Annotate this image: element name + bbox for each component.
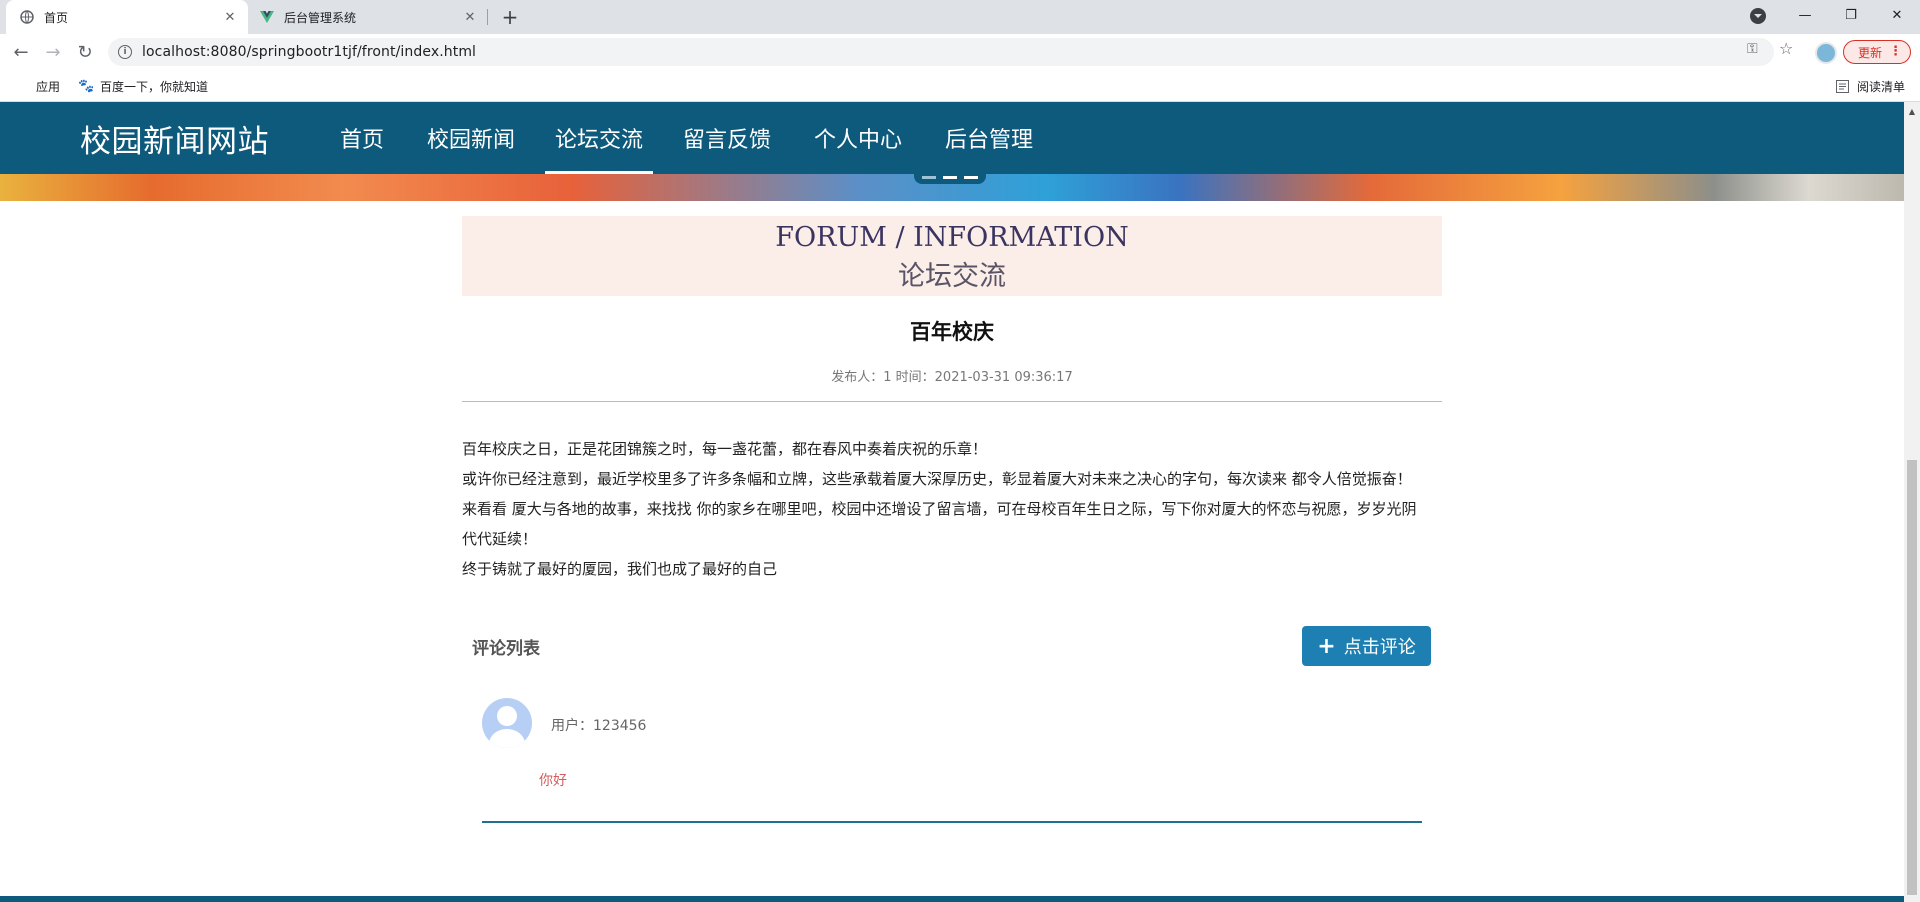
window-close-icon[interactable]: ✕ (1874, 0, 1920, 30)
restore-icon[interactable]: ❐ (1828, 0, 1874, 30)
site-title[interactable]: 校园新闻网站 (80, 116, 269, 161)
close-tab-icon[interactable]: ✕ (220, 7, 240, 27)
post-title: 百年校庆 (910, 320, 994, 344)
bookmark-label: 百度一下，你就知道 (100, 80, 209, 94)
carousel-dot[interactable] (922, 176, 936, 179)
bookmark-baidu[interactable]: 🐾 百度一下，你就知道 (78, 78, 208, 95)
add-comment-button[interactable]: + 点击评论 (1302, 626, 1431, 666)
back-arrow-icon[interactable]: ← (8, 39, 34, 65)
divider (462, 401, 1442, 402)
reload-icon[interactable]: ↻ (72, 39, 98, 65)
bookmark-star-icon[interactable]: ☆ (1779, 39, 1793, 58)
post-paragraph: 终于铸就了最好的厦园，我们也成了最好的自己 (462, 560, 778, 578)
carousel-indicators[interactable] (914, 174, 986, 184)
vue-logo-icon (260, 10, 274, 24)
nav-forum[interactable]: 论坛交流 (544, 102, 654, 174)
scroll-up-icon[interactable]: ▲ (1904, 104, 1920, 118)
update-button[interactable]: 更新 ⋮ (1843, 40, 1911, 64)
forward-arrow-icon[interactable]: → (40, 39, 66, 65)
footer-strip (0, 896, 1904, 902)
new-tab-plus-icon[interactable]: + (498, 5, 522, 29)
post-paragraph: 或许你已经注意到，最近学校里多了许多条幅和立牌，这些承载着厦大深厚历史，彰显着厦… (462, 470, 1412, 488)
scrollbar-thumb[interactable] (1907, 460, 1917, 895)
globe-icon (20, 10, 34, 24)
comment-divider (482, 821, 1422, 823)
comment-user: 用户：123456 (551, 718, 647, 734)
tab-title: 后台管理系统 (284, 10, 357, 25)
bookmarks-bar: 应用 🐾 百度一下，你就知道 阅读清单 (0, 70, 1920, 102)
key-icon[interactable]: ⚿ (1747, 41, 1758, 57)
browser-tab-home[interactable]: 首页 ✕ (6, 0, 248, 34)
carousel-dot[interactable] (943, 176, 957, 179)
post-meta: 发布人：1 时间：2021-03-31 09:36:17 (831, 370, 1073, 385)
tab-separator (487, 9, 488, 25)
avatar (482, 698, 532, 748)
reading-list-icon (1836, 80, 1849, 93)
reading-list-label: 阅读清单 (1857, 80, 1906, 94)
profile-avatar[interactable] (1815, 42, 1837, 64)
post-paragraph: 来看看 厦大与各地的故事，来找找 你的家乡在哪里吧，校园中还增设了留言墙，可在母… (462, 500, 1417, 548)
nav-campus-news[interactable]: 校园新闻 (427, 102, 515, 174)
nav-home[interactable]: 首页 (340, 102, 384, 174)
tab-search-icon[interactable] (1750, 8, 1766, 24)
minimize-icon[interactable]: — (1782, 0, 1828, 30)
browser-tab-admin[interactable]: 后台管理系统 ✕ (250, 0, 488, 34)
close-tab-icon[interactable]: ✕ (460, 7, 480, 27)
update-label: 更新 (1858, 45, 1883, 60)
post-content: 百年校庆之日，正是花团锦簇之时，每一盏花蕾，都在春风中奏着庆祝的乐章！ 或许你已… (462, 434, 1434, 584)
carousel-dot[interactable] (964, 176, 978, 179)
section-heading: FORUM / INFORMATION 论坛交流 (462, 216, 1442, 296)
site-header: 校园新闻网站 首页 校园新闻 论坛交流 留言反馈 个人中心 后台管理 (0, 102, 1904, 174)
reading-list[interactable]: 阅读清单 (1836, 78, 1905, 95)
address-bar[interactable]: i localhost:8080/springbootr1tjf/front/i… (108, 38, 1774, 66)
comment-text: 你好 (539, 773, 567, 789)
section-title-cn: 论坛交流 (898, 261, 1006, 292)
post-paragraph: 百年校庆之日，正是花团锦簇之时，每一盏花蕾，都在春风中奏着庆祝的乐章！ (462, 440, 988, 458)
apps-grid-icon (14, 80, 28, 94)
nav-personal-center[interactable]: 个人中心 (814, 102, 902, 174)
url-text: localhost:8080/springbootr1tjf/front/ind… (142, 44, 477, 60)
bookmark-label: 应用 (36, 80, 61, 94)
plus-icon: + (1317, 633, 1336, 659)
nav-admin[interactable]: 后台管理 (945, 102, 1033, 174)
bookmark-apps[interactable]: 应用 (14, 78, 60, 95)
add-comment-label: 点击评论 (1343, 637, 1416, 658)
site-info-icon[interactable]: i (118, 45, 132, 59)
tab-title: 首页 (44, 10, 69, 25)
nav-feedback[interactable]: 留言反馈 (683, 102, 771, 174)
baidu-paw-icon: 🐾 (78, 78, 95, 94)
comment-list-title: 评论列表 (472, 639, 540, 659)
more-menu-icon: ⋮ (1889, 44, 1902, 59)
browser-toolbar: ← → ↻ i localhost:8080/springbootr1tjf/f… (0, 34, 1920, 70)
browser-tab-bar: 首页 ✕ 后台管理系统 ✕ + — ❐ ✕ (0, 0, 1920, 34)
web-page: 校园新闻网站 首页 校园新闻 论坛交流 留言反馈 个人中心 后台管理 FORUM… (0, 102, 1904, 902)
section-title-en: FORUM / INFORMATION (775, 222, 1129, 253)
